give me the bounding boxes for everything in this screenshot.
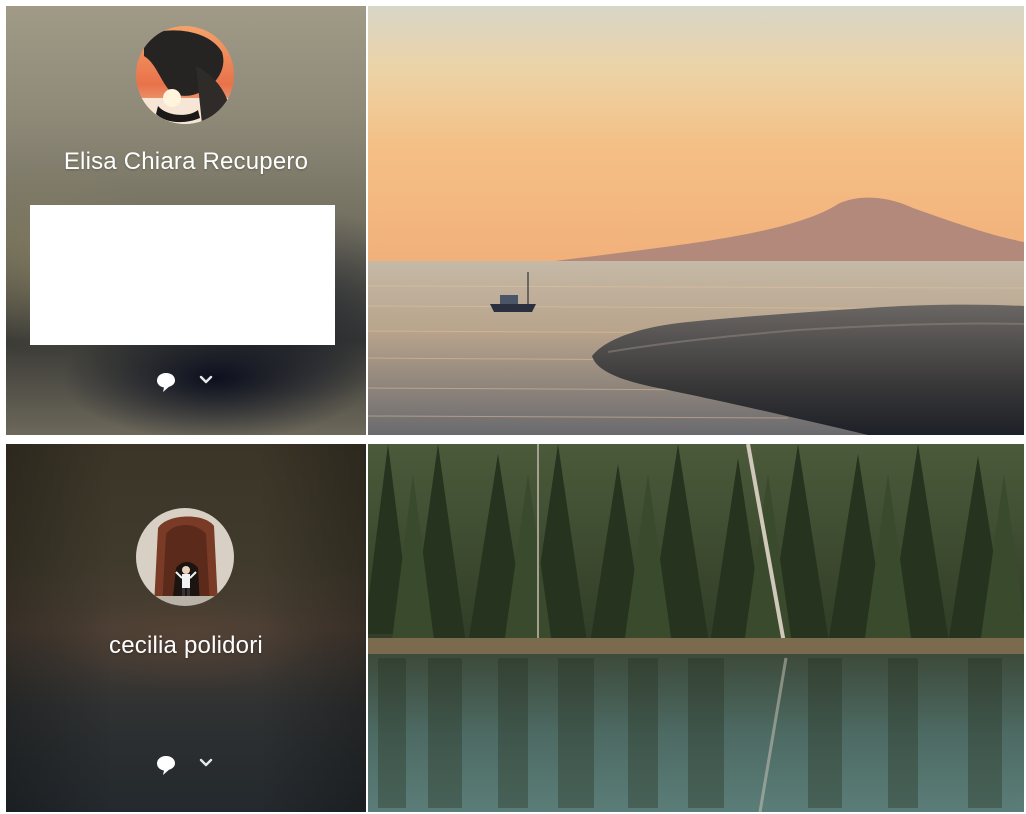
- avatar[interactable]: [136, 26, 234, 124]
- profile-panel: Elisa Chiara Recupero: [6, 6, 366, 435]
- forest-lake-photo: [368, 444, 1024, 812]
- avatar-image: [136, 508, 234, 606]
- post-card: Elisa Chiara Recupero: [6, 6, 1024, 435]
- avatar[interactable]: [136, 508, 234, 606]
- post-actions: [6, 751, 366, 775]
- chevron-down-icon[interactable]: [198, 757, 214, 769]
- post-text-box: [30, 205, 335, 345]
- author-name[interactable]: Elisa Chiara Recupero: [6, 148, 366, 176]
- profile-panel: cecilia polidori: [6, 444, 366, 812]
- avatar-image: [136, 26, 234, 124]
- post-actions: [6, 368, 366, 392]
- speech-bubble-icon[interactable]: [154, 753, 178, 777]
- post-photo[interactable]: [368, 444, 1024, 812]
- speech-bubble-icon[interactable]: [154, 370, 178, 394]
- author-name[interactable]: cecilia polidori: [6, 632, 366, 660]
- post-card: cecilia polidori: [6, 444, 1024, 812]
- post-photo[interactable]: [368, 6, 1024, 435]
- sunset-sea-photo: [368, 6, 1024, 435]
- chevron-down-icon[interactable]: [198, 374, 214, 386]
